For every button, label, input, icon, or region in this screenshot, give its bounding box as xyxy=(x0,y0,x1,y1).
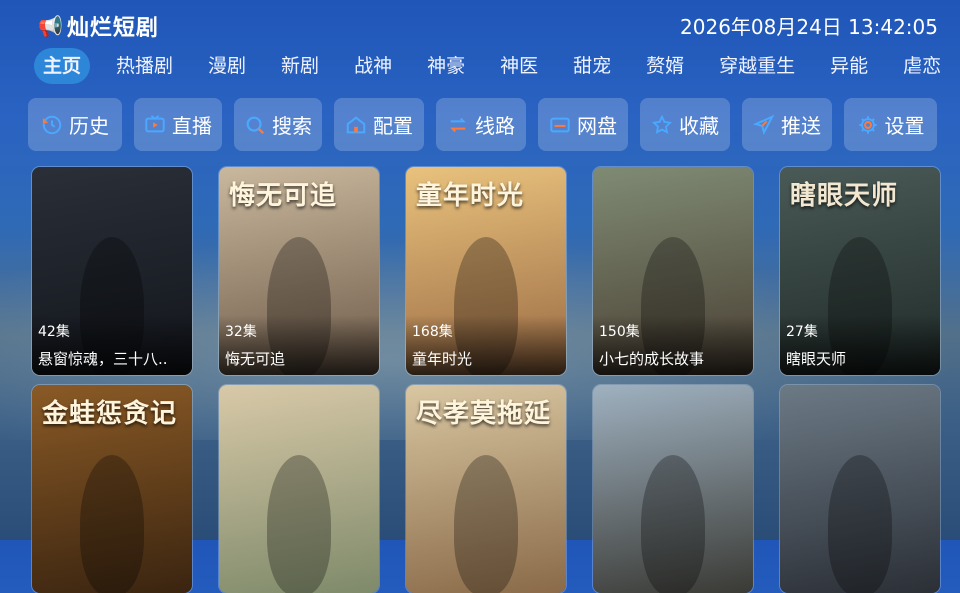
tab-7[interactable]: 甜宠 xyxy=(561,48,623,84)
clock: 2026年08月24日 13:42:05 xyxy=(680,15,938,39)
app-title: 📢 灿烂短剧 xyxy=(38,10,159,42)
poster-card[interactable]: 42集悬窗惊魂，三十八.. xyxy=(32,167,192,375)
poster-card[interactable]: 悔无可追 32集 悔无可追 xyxy=(219,167,379,375)
func-button-label: 搜索 xyxy=(272,114,312,138)
tab-9[interactable]: 穿越重生 xyxy=(707,48,807,84)
func-button-label: 推送 xyxy=(781,114,821,138)
poster-figure xyxy=(454,455,518,593)
poster-card[interactable] xyxy=(780,385,940,593)
poster-image xyxy=(593,385,753,593)
func-button-2[interactable]: 搜索 xyxy=(234,98,322,151)
tab-3[interactable]: 新剧 xyxy=(269,48,331,84)
func-button-label: 历史 xyxy=(69,114,109,138)
episode-count: 168集 xyxy=(412,324,453,340)
poster-figure xyxy=(641,455,705,593)
drama-title: 小七的成长故事 xyxy=(599,350,705,368)
star-icon xyxy=(651,114,673,136)
poster-title-art: 童年时光 xyxy=(416,181,525,211)
home-config-icon xyxy=(345,114,367,136)
poster-card[interactable]: 金蛙惩贪记 xyxy=(32,385,192,593)
tab-6[interactable]: 神医 xyxy=(488,48,550,84)
megaphone-icon: 📢 xyxy=(38,14,63,38)
function-bar: 历史 直播 搜索 配置 线路 网盘 收藏 推送 设置 xyxy=(28,98,937,151)
poster-title-art: 尽孝莫拖延 xyxy=(416,399,552,429)
poster-title-art: 金蛙惩贪记 xyxy=(42,399,178,429)
func-button-label: 收藏 xyxy=(679,114,719,138)
drama-title: 悔无可追 xyxy=(225,350,286,368)
func-button-8[interactable]: 设置 xyxy=(844,98,937,151)
tab-5[interactable]: 神豪 xyxy=(415,48,477,84)
tab-1[interactable]: 热播剧 xyxy=(104,48,185,84)
tab-11[interactable]: 虐恋 xyxy=(891,48,953,84)
poster-title-art: 悔无可追 xyxy=(229,181,338,211)
poster-image xyxy=(780,385,940,593)
func-button-5[interactable]: 网盘 xyxy=(538,98,628,151)
episode-count: 27集 xyxy=(786,324,818,340)
func-button-label: 直播 xyxy=(172,114,212,138)
poster-card[interactable] xyxy=(593,385,753,593)
route-switch-icon xyxy=(447,114,469,136)
func-button-7[interactable]: 推送 xyxy=(742,98,832,151)
category-tabs: 主页热播剧漫剧新剧战神神豪神医甜宠赘婿穿越重生异能虐恋宫 xyxy=(34,48,960,84)
tab-10[interactable]: 异能 xyxy=(818,48,880,84)
episode-count: 42集 xyxy=(38,324,70,340)
poster-figure xyxy=(267,455,331,593)
poster-card[interactable]: 尽孝莫拖延 xyxy=(406,385,566,593)
poster-title-art: 瞎眼天师 xyxy=(790,181,899,211)
poster-figure xyxy=(80,455,144,593)
func-button-4[interactable]: 线路 xyxy=(436,98,526,151)
send-icon xyxy=(753,114,775,136)
tv-icon xyxy=(144,114,166,136)
drama-title: 童年时光 xyxy=(412,350,473,368)
func-button-label: 网盘 xyxy=(577,114,617,138)
func-button-label: 设置 xyxy=(884,114,925,138)
poster-card[interactable]: 150集小七的成长故事 xyxy=(593,167,753,375)
poster-card[interactable] xyxy=(219,385,379,593)
episode-count: 32集 xyxy=(225,324,257,340)
tab-4[interactable]: 战神 xyxy=(342,48,404,84)
func-button-label: 线路 xyxy=(475,114,515,138)
tab-0[interactable]: 主页 xyxy=(34,48,91,84)
func-button-0[interactable]: 历史 xyxy=(28,98,122,151)
episode-count: 150集 xyxy=(599,324,640,340)
history-icon xyxy=(41,114,63,136)
poster-card[interactable]: 瞎眼天师 27集 瞎眼天师 xyxy=(780,167,940,375)
poster-card[interactable]: 童年时光 168集 童年时光 xyxy=(406,167,566,375)
drama-title: 悬窗惊魂，三十八.. xyxy=(38,350,168,368)
drama-title: 瞎眼天师 xyxy=(786,350,847,368)
cloud-drive-icon xyxy=(549,114,571,136)
func-button-3[interactable]: 配置 xyxy=(334,98,424,151)
func-button-label: 配置 xyxy=(373,114,413,138)
search-icon xyxy=(244,114,266,136)
tab-2[interactable]: 漫剧 xyxy=(196,48,258,84)
func-button-1[interactable]: 直播 xyxy=(134,98,222,151)
poster-image xyxy=(219,385,379,593)
gear-icon xyxy=(857,114,879,136)
tab-8[interactable]: 赘婿 xyxy=(634,48,696,84)
func-button-6[interactable]: 收藏 xyxy=(640,98,730,151)
app-name: 灿烂短剧 xyxy=(66,16,159,41)
poster-figure xyxy=(828,455,892,593)
